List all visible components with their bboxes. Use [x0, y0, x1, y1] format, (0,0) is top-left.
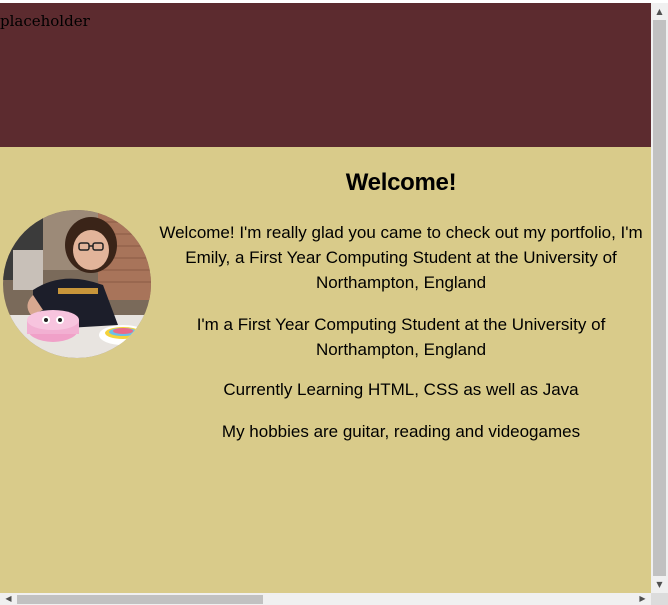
learning-paragraph: Currently Learning HTML, CSS as well as …	[223, 380, 579, 399]
vertical-scrollbar[interactable]: ▲ ▼	[651, 3, 668, 593]
header-placeholder-text: placeholder	[0, 12, 90, 30]
horizontal-scroll-thumb[interactable]	[17, 595, 263, 604]
hobbies-paragraph: My hobbies are guitar, reading and video…	[221, 422, 581, 441]
profile-photo	[3, 210, 151, 358]
scroll-left-icon[interactable]: ◀	[0, 593, 17, 605]
page-header: placeholder	[0, 3, 651, 147]
scroll-up-icon[interactable]: ▲	[651, 3, 668, 20]
browser-viewport: placeholder Welcome! Welcome! I'm really…	[0, 0, 668, 605]
intro-paragraph: Welcome! I'm really glad you came to che…	[159, 223, 643, 292]
welcome-section: Welcome! Welcome! I'm really glad you ca…	[0, 147, 651, 593]
horizontal-scrollbar[interactable]: ◀ ▶	[0, 593, 651, 605]
welcome-title: Welcome!	[345, 169, 457, 196]
scroll-right-icon[interactable]: ▶	[634, 593, 651, 605]
scrollbar-corner	[651, 593, 668, 605]
student-paragraph: I'm a First Year Computing Student at th…	[196, 315, 606, 359]
vertical-scroll-thumb[interactable]	[653, 20, 666, 576]
scroll-down-icon[interactable]: ▼	[651, 576, 668, 593]
